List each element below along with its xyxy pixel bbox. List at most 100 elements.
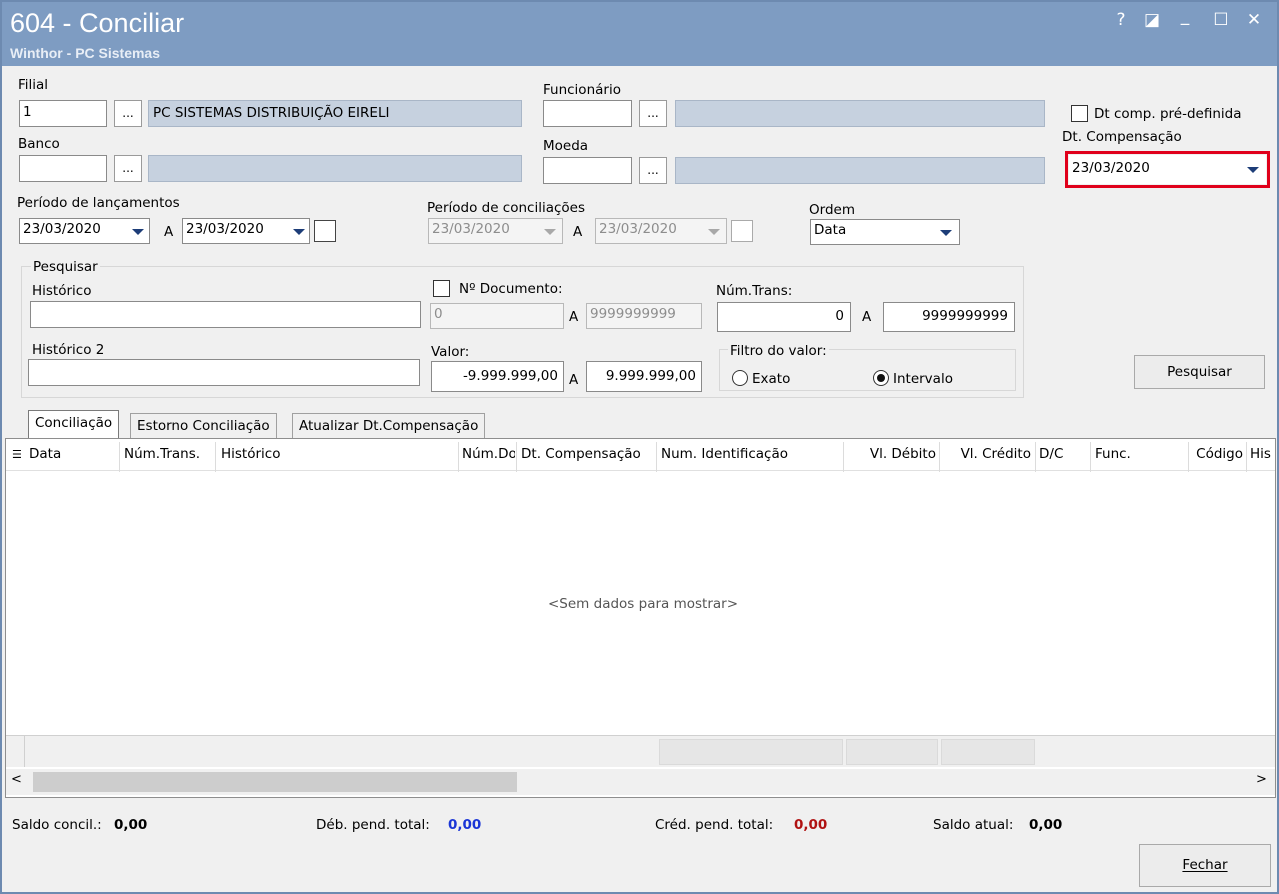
- num-trans-to-input[interactable]: 9999999999: [883, 302, 1015, 332]
- fechar-button[interactable]: Fechar: [1139, 844, 1271, 887]
- banco-code-input[interactable]: [19, 155, 107, 182]
- col-historico-2[interactable]: His: [1250, 446, 1274, 462]
- banco-label: Banco: [18, 136, 60, 152]
- historico-label: Histórico: [32, 283, 92, 299]
- banco-lookup-button[interactable]: ...: [114, 155, 142, 182]
- summary-cell: [659, 739, 843, 765]
- pesquisar-group-label: Pesquisar: [31, 259, 100, 275]
- filial-name-field: PC SISTEMAS DISTRIBUIÇÃO EIRELI: [148, 100, 522, 127]
- scroll-left-icon[interactable]: <: [11, 772, 22, 787]
- col-separator: [1188, 442, 1189, 472]
- n-documento-checkbox[interactable]: [433, 280, 450, 297]
- funcionario-lookup-button[interactable]: ...: [639, 100, 667, 127]
- periodo-conciliacoes-sep: A: [573, 224, 583, 240]
- col-dc[interactable]: D/C: [1039, 446, 1063, 462]
- tab-conciliacao[interactable]: Conciliação: [28, 410, 120, 438]
- funcionario-name-field: [675, 100, 1045, 127]
- scroll-right-icon[interactable]: >: [1256, 772, 1267, 787]
- deb-pend-total-value: 0,00: [448, 817, 482, 833]
- col-codigo[interactable]: Código: [1192, 446, 1243, 462]
- col-historico[interactable]: Histórico: [221, 446, 280, 462]
- col-vl-credito[interactable]: Vl. Crédito: [942, 446, 1031, 462]
- grid-summary-row: [6, 735, 1275, 767]
- moeda-lookup-button[interactable]: ...: [639, 157, 667, 184]
- col-separator: [1246, 442, 1247, 472]
- historico2-label: Histórico 2: [32, 342, 105, 358]
- close-icon[interactable]: ✕: [1243, 10, 1265, 30]
- tab-atualizar-dt-compensacao[interactable]: Atualizar Dt.Compensação: [292, 413, 486, 438]
- scrollbar-thumb[interactable]: [33, 772, 517, 792]
- col-separator: [939, 442, 940, 472]
- filtro-intervalo-radio[interactable]: [873, 370, 889, 386]
- periodo-conciliacoes-from-dropdown-icon: [540, 222, 559, 241]
- cred-pend-total-value: 0,00: [794, 817, 828, 833]
- col-vl-debito[interactable]: Vl. Débito: [847, 446, 936, 462]
- col-separator: [1035, 442, 1036, 472]
- col-func[interactable]: Func.: [1095, 446, 1131, 462]
- num-trans-label: Núm.Trans:: [716, 283, 793, 299]
- dt-comp-predefinida-checkbox[interactable]: [1071, 105, 1088, 122]
- saldo-concil-label: Saldo concil.:: [12, 817, 102, 833]
- periodo-conciliacoes-to-dropdown-icon: [704, 222, 723, 241]
- saldo-atual-label: Saldo atual:: [933, 817, 1014, 833]
- dt-compensacao-input[interactable]: 23/03/2020: [1069, 155, 1266, 184]
- minimize-icon[interactable]: _: [1174, 6, 1196, 26]
- n-documento-from-input: 0: [430, 303, 564, 329]
- filtro-exato-radio[interactable]: [732, 370, 748, 386]
- valor-to-input[interactable]: 9.999.999,00: [586, 361, 702, 392]
- periodo-lancamentos-from-dropdown-icon[interactable]: [128, 222, 147, 241]
- filtro-exato-label: Exato: [752, 371, 791, 387]
- help-icon[interactable]: ?: [1110, 10, 1132, 30]
- filtro-valor-label: Filtro do valor:: [728, 343, 829, 359]
- filial-code-input[interactable]: 1: [19, 100, 107, 127]
- dt-compensacao-label: Dt. Compensação: [1062, 129, 1182, 145]
- col-data[interactable]: Data: [29, 446, 61, 462]
- restore-layout-icon[interactable]: ◪: [1141, 10, 1163, 30]
- col-separator: [119, 442, 120, 472]
- col-separator: [516, 442, 517, 472]
- window-title: 604 - Conciliar: [10, 8, 185, 38]
- historico-input[interactable]: [30, 301, 421, 328]
- funcionario-label: Funcionário: [543, 82, 621, 98]
- banco-name-field: [148, 155, 522, 182]
- valor-label: Valor:: [431, 344, 470, 360]
- num-trans-sep: A: [862, 309, 872, 325]
- maximize-icon[interactable]: ☐: [1210, 10, 1232, 30]
- ordem-dropdown-icon[interactable]: [936, 223, 955, 242]
- periodo-lancamentos-to-dropdown-icon[interactable]: [289, 222, 308, 241]
- cred-pend-total-label: Créd. pend. total:: [655, 817, 774, 833]
- ordem-label: Ordem: [809, 202, 855, 218]
- calendar-icon-disabled: [731, 220, 753, 242]
- periodo-conciliacoes-label: Período de conciliações: [427, 200, 586, 216]
- pesquisar-button[interactable]: Pesquisar: [1134, 355, 1265, 389]
- col-num-trans[interactable]: Núm.Trans.: [124, 446, 200, 462]
- num-trans-from-input[interactable]: 0: [717, 302, 851, 332]
- grid-empty-message: <Sem dados para mostrar>: [548, 596, 739, 612]
- n-documento-sep: A: [569, 309, 579, 325]
- moeda-code-input[interactable]: [543, 157, 632, 184]
- filial-lookup-button[interactable]: ...: [114, 100, 142, 127]
- tab-estorno-conciliacao[interactable]: Estorno Conciliação: [130, 413, 277, 438]
- moeda-name-field: [675, 157, 1045, 184]
- summary-cell: [941, 739, 1035, 765]
- historico2-input[interactable]: [28, 359, 420, 386]
- col-separator: [1090, 442, 1091, 472]
- filial-label: Filial: [18, 77, 49, 93]
- window-subtitle: Winthor - PC Sistemas: [10, 45, 161, 61]
- dt-compensacao-dropdown-icon[interactable]: [1243, 160, 1262, 179]
- column-chooser-icon[interactable]: ☰: [12, 448, 22, 461]
- deb-pend-total-label: Déb. pend. total:: [316, 817, 430, 833]
- title-bar: 604 - Conciliar Winthor - PC Sistemas ? …: [2, 2, 1277, 66]
- n-documento-to-input: 9999999999: [586, 303, 702, 329]
- col-separator: [215, 442, 216, 472]
- col-dt-compensacao[interactable]: Dt. Compensação: [521, 446, 641, 462]
- funcionario-code-input[interactable]: [543, 100, 632, 127]
- n-documento-label: Nº Documento:: [459, 281, 563, 297]
- calendar-icon[interactable]: [314, 220, 336, 242]
- valor-from-input[interactable]: -9.999.999,00: [431, 361, 564, 392]
- moeda-label: Moeda: [543, 138, 589, 154]
- valor-sep: A: [569, 372, 579, 388]
- col-num-doc[interactable]: Núm.Do: [462, 446, 515, 462]
- col-separator: [458, 442, 459, 472]
- col-num-identificacao[interactable]: Num. Identificação: [661, 446, 788, 462]
